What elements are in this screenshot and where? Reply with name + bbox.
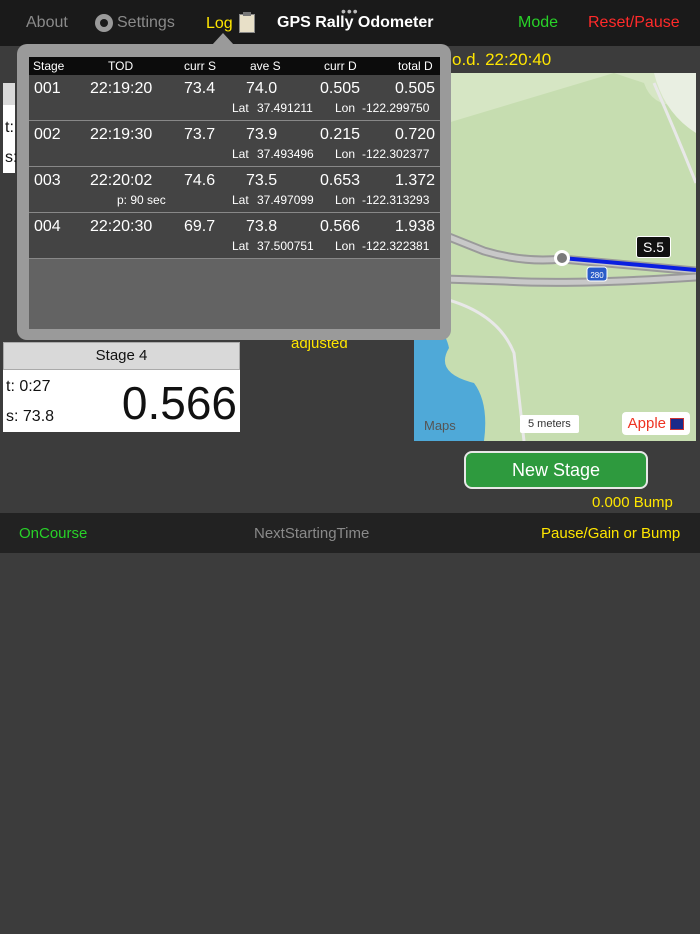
stage-flag-label: S.5 (636, 236, 672, 258)
app-title: GPS Rally Odometer (277, 14, 434, 31)
table-row[interactable]: 002 22:19:30 73.7 73.9 0.215 0.720 Lat 3… (29, 121, 440, 167)
previous-stage-header (3, 83, 15, 105)
col-total-d: total D (398, 59, 433, 73)
log-button[interactable]: Log (206, 12, 255, 33)
row-lon: -122.302377 (362, 147, 430, 161)
row-lon-label: Lon (335, 101, 356, 115)
about-button[interactable]: About (26, 14, 68, 32)
row-note: p: 90 sec (117, 193, 166, 207)
previous-stage-panel: t: s: (3, 83, 18, 173)
row-curr-d: 0.215 (320, 126, 361, 143)
maps-logo: Maps (424, 418, 456, 433)
settings-label: Settings (117, 14, 175, 31)
log-table[interactable]: Stage TOD curr S ave S curr D total D 00… (29, 57, 440, 329)
row-lon-label: Lon (335, 239, 356, 253)
previous-stage-t: t: (5, 119, 14, 136)
row-lat: 37.500751 (257, 239, 314, 253)
col-curr-s: curr S (184, 59, 217, 73)
map-view[interactable]: 280 S.5 Maps 5 meters Apple (414, 73, 696, 441)
row-curr-d: 0.566 (320, 218, 361, 235)
row-lon: -122.322381 (362, 239, 430, 253)
time-of-day-readout: o.d. 22:20:40 (452, 50, 552, 69)
row-curr-d: 0.653 (320, 172, 361, 189)
log-label: Log (206, 14, 233, 32)
map-area (654, 73, 696, 133)
row-lat-label: Lat (232, 147, 249, 161)
gear-icon (95, 14, 113, 32)
reset-pause-button[interactable]: Reset/Pause (588, 14, 680, 32)
row-total-d: 1.938 (395, 218, 436, 235)
mode-button[interactable]: Mode (518, 14, 558, 32)
row-lon: -122.313293 (362, 193, 430, 207)
row-ave-s: 73.9 (246, 126, 278, 143)
stage-header: Stage 4 (3, 342, 240, 370)
bump-readout: 0.000 Bump (592, 494, 673, 511)
row-lat: 37.493496 (257, 147, 314, 161)
nav-bar: ••• About Settings Log GPS Rally Odomete… (0, 0, 700, 46)
stage-distance: 0.566 (121, 377, 237, 429)
row-curr-s: 74.6 (184, 172, 216, 189)
row-lon: -122.299750 (362, 101, 430, 115)
map-area (414, 73, 696, 133)
row-curr-d: 0.505 (320, 80, 361, 97)
row-lat-label: Lat (232, 239, 249, 253)
stage-speed: s: 73.8 (6, 408, 55, 425)
row-tod: 22:20:30 (90, 218, 153, 235)
row-stage: 002 (34, 126, 61, 143)
stage-time: t: 0:27 (6, 378, 51, 395)
current-position-marker (557, 253, 567, 263)
stage-panel: Stage 4 t: 0:27 s: 73.8 0.566 (3, 342, 240, 432)
row-curr-s: 73.4 (184, 80, 216, 97)
log-popover: Stage TOD curr S ave S curr D total D 00… (17, 44, 451, 340)
row-tod: 22:19:20 (90, 80, 153, 97)
col-tod: TOD (108, 59, 134, 73)
map-attribution[interactable]: Apple (621, 412, 690, 435)
new-stage-button[interactable]: New Stage (464, 451, 648, 489)
row-lat-label: Lat (232, 101, 249, 115)
log-table-header: Stage TOD curr S ave S curr D total D (29, 57, 440, 75)
row-ave-s: 74.0 (246, 80, 278, 97)
highway-number: 280 (590, 271, 604, 280)
row-lat-label: Lat (232, 193, 249, 207)
table-row[interactable]: 003 22:20:02 74.6 73.5 0.653 1.372 p: 90… (29, 167, 440, 213)
row-lon-label: Lon (335, 193, 356, 207)
table-row[interactable]: 004 22:20:30 69.7 73.8 0.566 1.938 Lat 3… (29, 213, 440, 259)
row-stage: 004 (34, 218, 61, 235)
table-row[interactable]: 001 22:19:20 73.4 74.0 0.505 0.505 Lat 3… (29, 75, 440, 121)
row-lat: 37.497099 (257, 193, 314, 207)
clipboard-icon (238, 12, 255, 33)
pause-gain-bump-button[interactable]: Pause/Gain or Bump (541, 525, 680, 542)
row-ave-s: 73.8 (246, 218, 278, 235)
row-curr-s: 69.7 (184, 218, 216, 235)
scale-bar: 5 meters (520, 415, 579, 433)
col-stage: Stage (33, 59, 65, 73)
row-ave-s: 73.5 (246, 172, 278, 189)
row-curr-s: 73.7 (184, 126, 216, 143)
col-ave-s: ave S (250, 59, 281, 73)
settings-button[interactable]: Settings (95, 14, 175, 32)
previous-stage-s: s: (5, 149, 18, 166)
row-total-d: 0.505 (395, 80, 436, 97)
attribution-label: Apple (627, 415, 666, 432)
row-tod: 22:20:02 (90, 172, 153, 189)
row-stage: 001 (34, 80, 61, 97)
row-total-d: 1.372 (395, 172, 436, 189)
row-lon-label: Lon (335, 147, 356, 161)
row-tod: 22:19:30 (90, 126, 153, 143)
bottom-toolbar: OnCourse NextStartingTime Pause/Gain or … (0, 513, 700, 553)
col-curr-d: curr D (324, 59, 357, 73)
row-lat: 37.491211 (257, 101, 313, 115)
row-total-d: 0.720 (395, 126, 436, 143)
next-starting-time-button[interactable]: NextStartingTime (254, 525, 369, 542)
oncourse-button[interactable]: OnCourse (19, 525, 87, 542)
flag-icon (670, 417, 684, 430)
row-stage: 003 (34, 172, 61, 189)
